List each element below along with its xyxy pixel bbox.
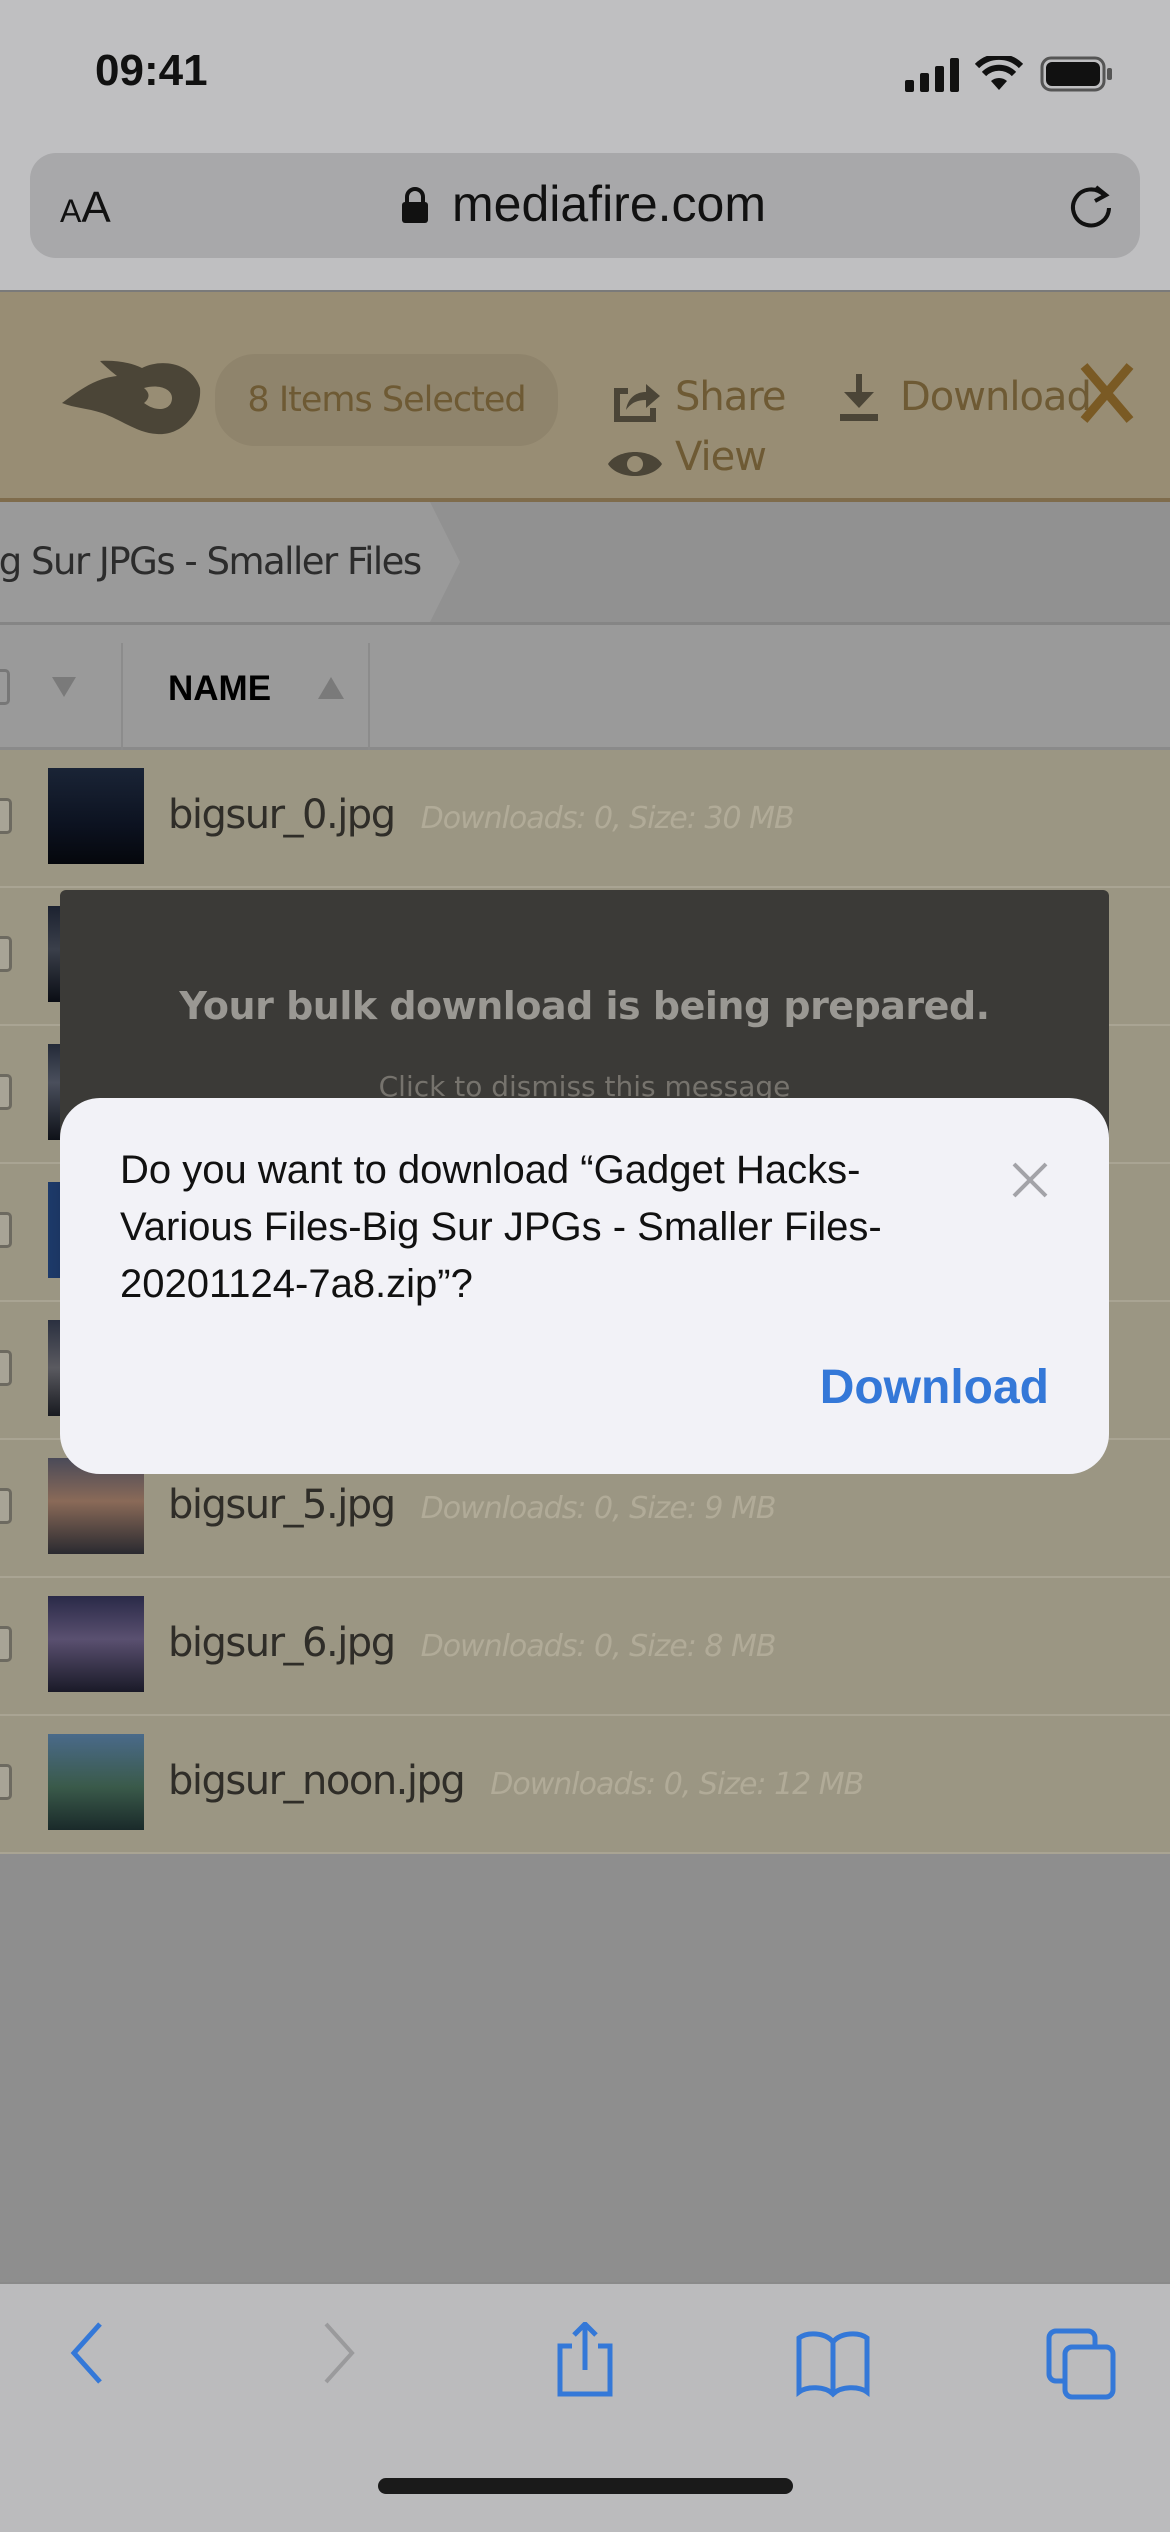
file-name[interactable]: bigsur_5.jpg Downloads: 0, Size: 9 MB [168,1482,777,1528]
back-icon[interactable] [66,2320,106,2386]
home-indicator [378,2478,793,2494]
dialog-download-button[interactable]: Download [820,1360,1049,1415]
column-divider [121,643,123,750]
status-bar: 09:41 AA mediafire.com [0,0,1170,290]
tabs-icon[interactable] [1046,2328,1116,2400]
selection-count-badge: 8 Items Selected [215,354,558,446]
forward-icon[interactable] [320,2320,360,2386]
sort-ascending-icon[interactable] [318,677,344,699]
file-meta: Downloads: 0, Size: 12 MB [490,1767,864,1802]
row-checkbox[interactable] [0,1212,12,1248]
file-thumbnail [48,768,144,864]
file-row[interactable]: bigsur_6.jpg Downloads: 0, Size: 8 MB [0,1578,1170,1716]
close-icon[interactable] [1008,1158,1052,1202]
text-size-button[interactable]: AA [60,183,111,233]
browser-toolbar [0,2282,1170,2532]
file-meta: Downloads: 0, Size: 9 MB [420,1491,777,1526]
toast-title: Your bulk download is being prepared. [179,984,990,1028]
bookmarks-icon[interactable] [795,2330,871,2398]
dialog-message: Do you want to download “Gadget Hacks-Va… [120,1148,882,1306]
table-header: NAME [0,625,1170,750]
breadcrumb-segment[interactable]: ig Sur JPGs - Smaller Files [0,502,460,622]
file-meta: Downloads: 0, Size: 30 MB [420,801,795,836]
download-icon[interactable] [838,374,880,422]
select-all-checkbox[interactable] [0,669,10,705]
row-checkbox[interactable] [0,1350,12,1386]
row-checkbox[interactable] [0,798,12,834]
column-divider [368,643,370,750]
close-selection-icon[interactable] [1078,362,1136,424]
select-menu-chevron-down-icon[interactable] [52,677,76,697]
wifi-icon [975,56,1023,90]
mediafire-logo-icon[interactable] [62,358,202,436]
file-name[interactable]: bigsur_6.jpg Downloads: 0, Size: 8 MB [168,1620,777,1666]
url-domain[interactable]: mediafire.com [452,175,766,233]
share-icon[interactable] [610,378,662,424]
file-thumbnail [48,1596,144,1692]
status-time: 09:41 [95,46,208,95]
download-button[interactable]: Download [900,374,1092,420]
reload-icon[interactable] [1066,181,1116,231]
row-checkbox[interactable] [0,1488,12,1524]
row-checkbox[interactable] [0,936,12,972]
share-button[interactable]: Share [675,374,786,420]
breadcrumb-current[interactable]: ig Sur JPGs - Smaller Files [0,540,422,583]
file-thumbnail [48,1734,144,1830]
file-name[interactable]: bigsur_0.jpg Downloads: 0, Size: 30 MB [168,792,795,838]
file-name[interactable]: bigsur_noon.jpg Downloads: 0, Size: 12 MB [168,1758,864,1804]
file-meta: Downloads: 0, Size: 8 MB [420,1629,777,1664]
view-button[interactable]: View [675,434,767,480]
row-checkbox[interactable] [0,1764,12,1800]
download-confirm-dialog: Do you want to download “Gadget Hacks-Va… [60,1098,1109,1474]
cellular-signal-icon [905,58,959,92]
row-checkbox[interactable] [0,1626,12,1662]
view-icon[interactable] [606,446,664,482]
file-row[interactable]: bigsur_0.jpg Downloads: 0, Size: 30 MB [0,750,1170,888]
battery-icon [1040,56,1112,92]
share-icon[interactable] [554,2322,616,2398]
file-row[interactable]: bigsur_noon.jpg Downloads: 0, Size: 12 MB [0,1716,1170,1854]
address-bar[interactable]: AA mediafire.com [30,153,1140,258]
name-column-header[interactable]: NAME [168,669,271,709]
breadcrumb: ig Sur JPGs - Smaller Files [0,502,1170,625]
row-checkbox[interactable] [0,1074,12,1110]
lock-icon [402,187,428,223]
